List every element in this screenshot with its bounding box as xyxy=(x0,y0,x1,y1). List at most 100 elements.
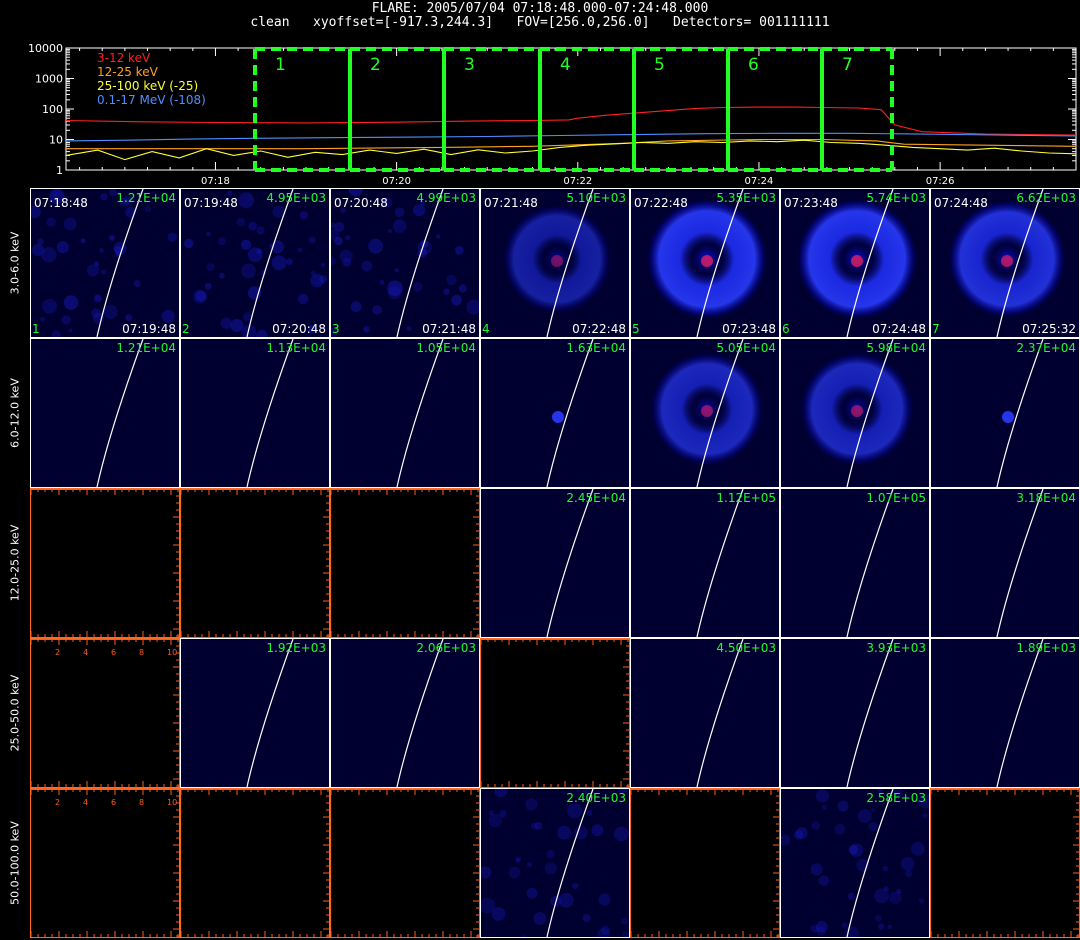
axis-tick-label: 10 xyxy=(167,648,178,657)
panel-image xyxy=(647,189,767,337)
image-panel: 1.13E+04 xyxy=(180,338,330,488)
noise-blob xyxy=(443,288,450,295)
noise-blob xyxy=(238,192,254,208)
noise-blob xyxy=(167,232,177,242)
panel-index: 3 xyxy=(332,322,340,336)
lightcurve-plot: 1 10 100 1000 10000 07:18 07:20 07:22 07:24 07:26… xyxy=(28,42,1077,187)
noise-blob xyxy=(598,893,611,906)
panel-flux-label: 5.05E+04 xyxy=(716,341,776,355)
noise-blob xyxy=(227,190,233,196)
axis-tick-label: 6 xyxy=(111,648,117,657)
interval-label: 7 xyxy=(842,55,853,75)
panel-image xyxy=(181,789,329,937)
image-panel: 4.95E+03 07:19:48 07:20:48 2 xyxy=(180,188,330,338)
noise-blob xyxy=(39,316,45,322)
panel-end-time: 07:20:48 xyxy=(272,322,326,336)
noise-blob xyxy=(387,286,402,300)
panel-start-time: 07:18:48 xyxy=(34,196,88,210)
noise-blob xyxy=(51,330,61,337)
panel-index: 5 xyxy=(632,322,640,336)
noise-blob xyxy=(363,326,370,333)
panel-image xyxy=(846,639,894,787)
image-panel: 1.07E+05 xyxy=(780,488,930,638)
noise-blob xyxy=(901,856,915,871)
noise-blob xyxy=(387,229,392,233)
panel-image xyxy=(246,639,294,787)
panel-image xyxy=(650,339,764,487)
panel-flux-label: 3.93E+03 xyxy=(866,641,926,655)
panel-end-time: 07:24:48 xyxy=(872,322,926,336)
panel-image xyxy=(931,789,1079,937)
panel-image xyxy=(31,789,179,937)
image-panel: 5.35E+03 07:22:48 07:23:48 5 xyxy=(630,188,780,338)
panel-flux-label: 1.07E+05 xyxy=(866,491,926,505)
panel-flux-label: 1.13E+04 xyxy=(266,341,326,355)
solar-limb-line xyxy=(846,489,894,637)
noise-blob xyxy=(393,219,407,233)
interval-label: 1 xyxy=(275,55,286,75)
noise-blob xyxy=(319,275,328,284)
image-panel xyxy=(330,788,480,938)
noise-blob xyxy=(334,222,345,232)
noise-blob xyxy=(525,798,538,811)
image-panel: 3.18E+04 xyxy=(930,488,1080,638)
panel-flux-label: 5.98E+04 xyxy=(866,341,926,355)
energy-band-text: 50.0-100.0 keV xyxy=(8,821,22,905)
noise-blob xyxy=(255,329,268,337)
panel-image xyxy=(996,639,1044,787)
noise-blob xyxy=(61,315,72,325)
panel-image xyxy=(996,489,1044,637)
panel-index: 4 xyxy=(482,322,490,336)
panel-index: 6 xyxy=(782,322,790,336)
noise-blob xyxy=(345,235,351,241)
image-panel: 5.10E+03 07:21:48 07:22:48 4 xyxy=(480,188,630,338)
noise-blob xyxy=(436,234,441,239)
source-core xyxy=(1001,255,1013,267)
interval-box: 2 xyxy=(348,47,444,172)
noise-blob xyxy=(220,317,232,329)
panel-end-time: 07:19:48 xyxy=(122,322,176,336)
noise-blob xyxy=(248,221,258,231)
panel-flux-label: 5.74E+03 xyxy=(866,191,926,205)
noise-blob xyxy=(818,875,830,886)
interval-box: 1 xyxy=(253,47,350,172)
noise-blob xyxy=(614,826,629,842)
noise-blob xyxy=(458,284,467,293)
noise-blob xyxy=(299,211,308,220)
panel-flux-label: 4.99E+03 xyxy=(416,191,476,205)
panel-index: 7 xyxy=(932,322,940,336)
axis-tick-label: 4 xyxy=(83,798,89,807)
solar-limb-line xyxy=(996,639,1044,787)
panel-image xyxy=(546,489,594,637)
panel-image xyxy=(31,189,177,337)
interval-label: 2 xyxy=(370,55,381,75)
noise-blob xyxy=(847,892,855,900)
axis-tick-label: 2 xyxy=(55,798,61,807)
series-line xyxy=(65,132,1077,142)
axis-tick-label: 4 xyxy=(83,648,89,657)
noise-blob xyxy=(878,923,885,930)
panel-image xyxy=(797,189,917,337)
panel-image xyxy=(246,339,294,487)
image-panel xyxy=(180,488,330,638)
panel-start-time: 07:21:48 xyxy=(484,196,538,210)
panel-image xyxy=(31,639,179,787)
source-dot xyxy=(552,411,564,423)
noise-blob xyxy=(488,813,503,828)
noise-blob xyxy=(533,912,547,925)
solar-limb-line xyxy=(96,339,144,487)
source-core xyxy=(701,405,713,417)
noise-blob xyxy=(241,263,256,279)
image-panel xyxy=(330,488,480,638)
image-panel: 4.99E+03 07:20:48 07:21:48 3 xyxy=(330,188,480,338)
panel-image xyxy=(948,189,1066,337)
noise-blob xyxy=(455,246,464,255)
panel-start-time: 07:20:48 xyxy=(334,196,388,210)
image-panel xyxy=(930,788,1080,938)
noise-blob xyxy=(572,882,579,890)
y-tick-label: 100 xyxy=(42,103,63,116)
noise-blob xyxy=(218,237,226,246)
noise-blob xyxy=(109,235,115,241)
panel-flux-label: 1.21E+04 xyxy=(116,341,176,355)
panel-image xyxy=(396,339,444,487)
